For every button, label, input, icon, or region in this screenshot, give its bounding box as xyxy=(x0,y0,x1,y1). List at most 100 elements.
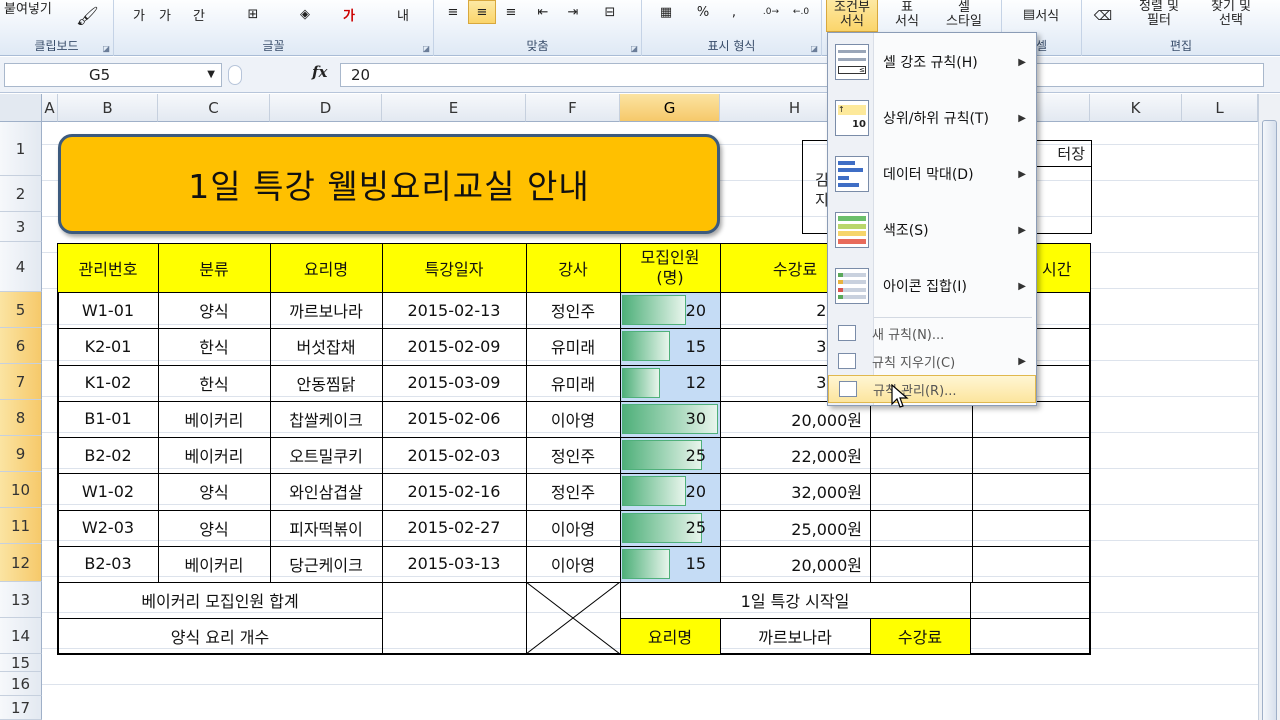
row-header-1[interactable]: 1 xyxy=(0,122,42,176)
table-cell[interactable]: 이아영 xyxy=(526,546,620,582)
menu-item-new-rule[interactable]: 새 규칙(N)... xyxy=(828,319,1036,347)
dish-value[interactable]: 까르보나라 xyxy=(720,618,870,654)
table-header-cell[interactable]: 분류 xyxy=(158,244,270,292)
table-cell[interactable]: 까르보나라 xyxy=(270,292,382,328)
fee-cell[interactable]: 25,000원 xyxy=(720,510,870,546)
formula-input[interactable]: 20 xyxy=(340,63,1264,87)
table-cell[interactable]: 유미래 xyxy=(526,365,620,401)
table-cell[interactable]: 2015-02-03 xyxy=(382,437,526,473)
table-cell[interactable]: 이아영 xyxy=(526,401,620,437)
scroll-thumb[interactable] xyxy=(1262,120,1277,720)
column-header-f[interactable]: F xyxy=(526,94,620,122)
row-header-14[interactable]: 14 xyxy=(0,618,42,654)
table-cell[interactable]: 양식 xyxy=(158,292,270,328)
empty-cell[interactable] xyxy=(870,510,972,546)
menu-item-highlight-rules[interactable]: ≤ 셀 강조 규칙(H) ▶ xyxy=(828,35,1036,89)
increase-indent-icon[interactable]: ⇥ xyxy=(560,0,586,24)
empty-cell[interactable] xyxy=(972,546,1090,582)
table-cell[interactable]: 2015-02-16 xyxy=(382,473,526,509)
accounting-format-icon[interactable]: ▦ xyxy=(648,0,684,24)
column-header-d[interactable]: D xyxy=(270,94,382,122)
table-cell[interactable]: 한식 xyxy=(158,328,270,364)
empty-cell[interactable] xyxy=(870,473,972,509)
column-header-g[interactable]: G xyxy=(620,94,720,122)
format-cells-button[interactable]: ▤ 서식 xyxy=(1006,2,1076,26)
row-header-8[interactable]: 8 xyxy=(0,400,42,436)
table-cell[interactable]: 당근케이크 xyxy=(270,546,382,582)
row-header-15[interactable]: 15 xyxy=(0,654,42,672)
count-cell[interactable]: 15 xyxy=(620,328,720,364)
row-header-6[interactable]: 6 xyxy=(0,328,42,364)
comma-button[interactable]: , xyxy=(724,0,744,24)
fee-cell[interactable]: 22,000원 xyxy=(720,437,870,473)
row-header-5[interactable]: 5 xyxy=(0,292,42,328)
dialog-launcher-icon[interactable]: ◪ xyxy=(422,44,430,53)
align-center-icon[interactable]: ≡ xyxy=(468,0,496,24)
table-cell[interactable]: 2015-02-06 xyxy=(382,401,526,437)
table-cell[interactable]: 오트밀쿠키 xyxy=(270,437,382,473)
table-cell[interactable]: 2015-03-13 xyxy=(382,546,526,582)
table-cell[interactable]: 베이커리 xyxy=(158,401,270,437)
row-header-4[interactable]: 4 xyxy=(0,242,42,292)
fee-cell[interactable]: 20,000원 xyxy=(720,401,870,437)
increase-font-button[interactable]: 가 xyxy=(128,2,150,26)
table-cell[interactable]: 버섯잡채 xyxy=(270,328,382,364)
table-cell[interactable]: W1-02 xyxy=(58,473,158,509)
table-header-cell[interactable]: 강사 xyxy=(526,244,620,292)
table-header-cell[interactable]: 관리번호 xyxy=(58,244,158,292)
paste-button[interactable]: 붙여넣기 xyxy=(4,0,52,17)
table-cell[interactable]: 양식 xyxy=(158,510,270,546)
insert-function-button[interactable]: fx xyxy=(312,63,327,81)
chevron-down-icon[interactable]: ▼ xyxy=(207,64,215,86)
table-cell[interactable]: 정인주 xyxy=(526,292,620,328)
find-select-button[interactable]: 찾기 및 선택 xyxy=(1196,0,1266,32)
table-cell[interactable]: 와인삼겹살 xyxy=(270,473,382,509)
row-header-16[interactable]: 16 xyxy=(0,672,42,696)
row-header-9[interactable]: 9 xyxy=(0,436,42,472)
sort-filter-button[interactable]: 정렬 및 필터 xyxy=(1126,0,1192,32)
empty-cell[interactable] xyxy=(870,437,972,473)
format-as-table-button[interactable]: 표 서식 xyxy=(884,0,930,32)
row-header-7[interactable]: 7 xyxy=(0,364,42,400)
column-header-b[interactable]: B xyxy=(58,94,158,122)
name-box[interactable]: G5 ▼ xyxy=(4,63,222,87)
count-cell[interactable]: 20 xyxy=(620,292,720,328)
bakery-total-label[interactable]: 베이커리 모집인원 합계 xyxy=(58,582,382,618)
table-cell[interactable]: 안동찜닭 xyxy=(270,365,382,401)
resize-handle[interactable] xyxy=(228,65,242,85)
table-cell[interactable]: 유미래 xyxy=(526,328,620,364)
menu-item-color-scales[interactable]: 색조(S) ▶ xyxy=(828,203,1036,257)
column-header-l[interactable]: L xyxy=(1182,94,1258,122)
row-header-17[interactable]: 17 xyxy=(0,696,42,720)
select-all-corner[interactable] xyxy=(0,94,42,122)
table-cell[interactable]: 피자떡볶이 xyxy=(270,510,382,546)
row-header-10[interactable]: 10 xyxy=(0,472,42,508)
table-cell[interactable]: K1-02 xyxy=(58,365,158,401)
table-cell[interactable]: 베이커리 xyxy=(158,437,270,473)
format-painter-icon[interactable]: 🖌 xyxy=(76,6,99,27)
table-cell[interactable]: 2015-03-09 xyxy=(382,365,526,401)
count-cell[interactable]: 30 xyxy=(620,401,720,437)
table-cell[interactable]: B1-01 xyxy=(58,401,158,437)
column-header-c[interactable]: C xyxy=(158,94,270,122)
dialog-launcher-icon[interactable]: ◪ xyxy=(810,44,818,53)
empty-cell[interactable] xyxy=(870,401,972,437)
table-cell[interactable]: W1-01 xyxy=(58,292,158,328)
phonetic-icon[interactable]: 내 xyxy=(388,2,418,26)
merge-center-icon[interactable]: ⊟ xyxy=(596,0,624,24)
decrease-indent-icon[interactable]: ⇤ xyxy=(530,0,556,24)
menu-item-manage-rules[interactable]: 규칙 관리(R)... xyxy=(828,375,1036,403)
fee-cell[interactable]: 20,000원 xyxy=(720,546,870,582)
menu-item-top-bottom-rules[interactable]: ↑ 10 상위/하위 규칙(T) ▶ xyxy=(828,91,1036,145)
empty-cell[interactable] xyxy=(972,401,1090,437)
vertical-scrollbar[interactable] xyxy=(1258,94,1280,720)
table-cell[interactable]: B2-03 xyxy=(58,546,158,582)
dialog-launcher-icon[interactable]: ◪ xyxy=(102,44,110,53)
page-title[interactable]: 1일 특강 웰빙요리교실 안내 xyxy=(58,134,720,234)
font-color-icon[interactable]: 가 xyxy=(334,2,364,26)
table-cell[interactable]: 2015-02-27 xyxy=(382,510,526,546)
table-cell[interactable]: 2015-02-09 xyxy=(382,328,526,364)
table-header-cell[interactable]: 요리명 xyxy=(270,244,382,292)
border-icon[interactable]: ⊞ xyxy=(238,2,268,26)
empty-cell[interactable] xyxy=(972,437,1090,473)
